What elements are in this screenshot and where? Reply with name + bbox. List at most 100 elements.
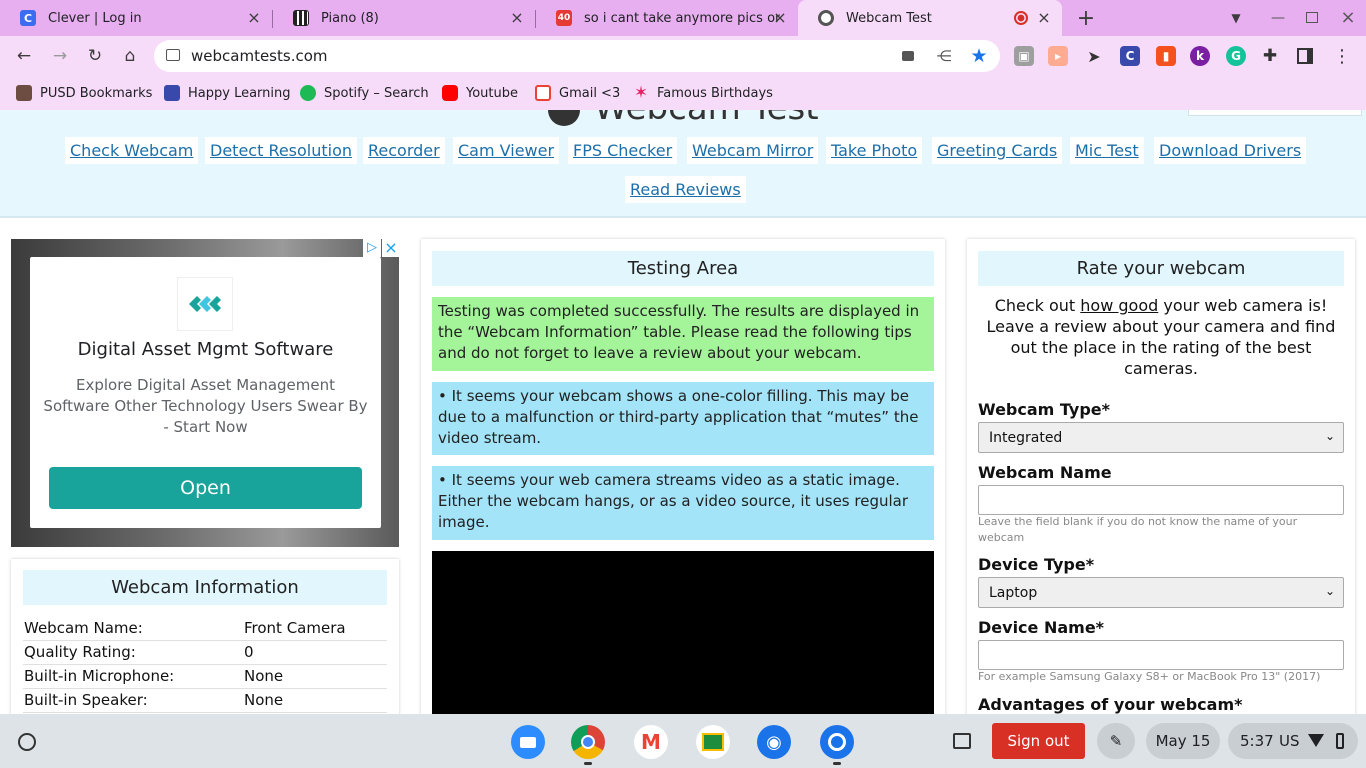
chevron-down-icon: ⌄ [1324,584,1335,598]
extension-grammarly-icon[interactable]: G [1226,46,1246,66]
nav-mic-test[interactable]: Mic Test [1070,137,1144,164]
nav-check-webcam[interactable]: Check Webcam [65,137,199,164]
webcam-name-input[interactable] [978,485,1344,515]
table-row: Quality Rating: 0 [23,641,387,665]
extensions-puzzle-icon[interactable]: ✚ [1260,46,1280,66]
select-value: Integrated [989,430,1063,446]
language-select[interactable] [1188,110,1362,116]
ad-close-icon[interactable]: × [382,239,400,257]
eye-app-icon[interactable]: ◉ [757,725,791,759]
gmail-icon [535,85,551,101]
side-panel-icon[interactable] [1297,48,1313,64]
webcam-information-panel: Webcam Information Webcam Name: Front Ca… [11,559,399,714]
device-name-input[interactable] [978,640,1344,670]
tab-reddit-post[interactable]: 40 so i cant take anymore pics on m × [536,0,798,36]
ad-open-button[interactable]: Open [49,467,362,509]
minimize-icon[interactable]: — [1268,8,1288,28]
close-tab-icon[interactable]: × [509,10,525,26]
nav-detect-resolution[interactable]: Detect Resolution [205,137,358,164]
clock-time: 5:37 [1240,732,1274,750]
site-title: Webcam Test [594,110,819,128]
nav-fps-checker[interactable]: FPS Checker [568,137,678,164]
stylus-pen-icon[interactable]: ✎ [1097,723,1135,759]
status-tray[interactable]: 5:37 US [1228,723,1358,759]
camera-app-icon[interactable] [820,725,854,759]
tab-search-chevron-icon[interactable]: ▼ [1226,8,1246,28]
youtube-icon [442,85,458,101]
info-value: None [244,691,284,709]
camera-in-use-icon[interactable] [902,51,914,61]
close-tab-icon[interactable]: × [246,10,262,26]
tab-title: Piano (8) [321,10,379,26]
nav-greeting-cards[interactable]: Greeting Cards [932,137,1063,164]
close-tab-icon[interactable]: × [772,10,788,26]
extension-k-icon[interactable]: k [1190,46,1210,66]
wifi-icon [1308,734,1324,747]
bookmark-star-icon[interactable]: ★ [968,45,990,67]
extension-bookmark-icon[interactable]: ▮ [1156,46,1176,66]
reload-icon[interactable]: ↻ [83,44,107,68]
ad-card[interactable]: Digital Asset Mgmt Software Explore Digi… [30,257,381,528]
rate-header: Rate your webcam [978,251,1344,286]
url-text[interactable]: webcamtests.com [191,47,328,65]
tote-holding-space-icon[interactable] [953,733,971,749]
device-name-hint: For example Samsung Galaxy S8+ or MacBoo… [978,670,1321,683]
classroom-app-icon[interactable] [696,725,730,759]
tab-piano[interactable]: Piano (8) × [273,0,535,36]
extension-c-icon[interactable]: C [1120,46,1140,66]
table-row: Webcam Name: Front Camera [23,617,387,641]
adchoices-icon[interactable]: ▷ [363,239,381,257]
bookmark-youtube[interactable]: Youtube [442,83,518,103]
bookmarks-bar: PUSD Bookmarks Happy Learning Spotify – … [0,76,1366,110]
share-icon[interactable]: ⋲ [934,46,954,66]
bookmark-gmail[interactable]: Gmail <3 [535,83,620,103]
home-icon[interactable]: ⌂ [118,44,142,68]
extension-screencast-icon[interactable]: ▸ [1048,46,1068,66]
piano-favicon-icon [293,10,309,26]
table-row: Built-in Speaker: None [23,689,387,713]
webcam-name-label: Webcam Name [978,463,1112,482]
tab-clever[interactable]: C Clever | Log in × [0,0,272,36]
extension-gallery-icon[interactable]: ▣ [1014,46,1034,66]
nav-take-photo[interactable]: Take Photo [826,137,923,164]
zoom-app-icon[interactable] [511,725,545,759]
webcam-type-select[interactable]: Integrated ⌄ [978,422,1344,453]
restore-window-icon[interactable] [1306,12,1318,23]
menu-kebab-icon[interactable]: ⋮ [1332,46,1352,67]
chrome-app-icon[interactable] [571,725,605,759]
new-tab-button[interactable]: + [1074,6,1098,31]
webcam-logo-icon [548,110,580,126]
device-type-select[interactable]: Laptop ⌄ [978,577,1344,608]
webcam-video-preview[interactable] [432,551,934,714]
gmail-app-icon[interactable]: M [634,725,668,759]
site-header: Webcam Test Check Webcam Detect Resoluti… [0,110,1366,218]
launcher-icon[interactable] [18,733,36,751]
news-favicon-icon: 40 [556,10,572,26]
close-window-icon[interactable]: × [1338,7,1358,28]
advantages-label: Advantages of your webcam* [978,695,1243,714]
nav-download-drivers[interactable]: Download Drivers [1154,137,1307,164]
back-icon[interactable]: ← [12,44,36,68]
bookmark-spotify[interactable]: Spotify – Search [300,83,429,103]
bookmark-famous-birthdays[interactable]: ✶ Famous Birthdays [633,83,773,103]
nav-recorder[interactable]: Recorder [363,137,445,164]
forward-icon[interactable]: → [48,44,72,68]
bookmark-label: Spotify – Search [324,85,429,101]
site-info-icon[interactable] [166,49,180,61]
nav-webcam-mirror[interactable]: Webcam Mirror [687,137,819,164]
tab-webcam-test[interactable]: Webcam Test × [798,0,1062,36]
nav-cam-viewer[interactable]: Cam Viewer [453,137,560,164]
advertisement[interactable]: ▷ × Digital Asset Mgmt Software Explore … [11,239,400,547]
site-logo[interactable]: Webcam Test [548,110,819,128]
bookmark-pusd[interactable]: PUSD Bookmarks [16,83,152,103]
extension-cursor-icon[interactable]: ➤ [1084,46,1104,66]
info-value: Front Camera [244,619,346,637]
nav-read-reviews[interactable]: Read Reviews [625,176,746,203]
close-tab-icon[interactable]: × [1036,10,1052,26]
how-good-link[interactable]: how good [1080,296,1158,315]
intro-text: Check out [994,296,1081,315]
address-bar[interactable]: webcamtests.com ⋲ ★ [154,40,1000,72]
sign-out-button[interactable]: Sign out [992,723,1085,759]
bookmark-happy-learning[interactable]: Happy Learning [164,83,291,103]
date-tray[interactable]: May 15 [1146,723,1220,759]
